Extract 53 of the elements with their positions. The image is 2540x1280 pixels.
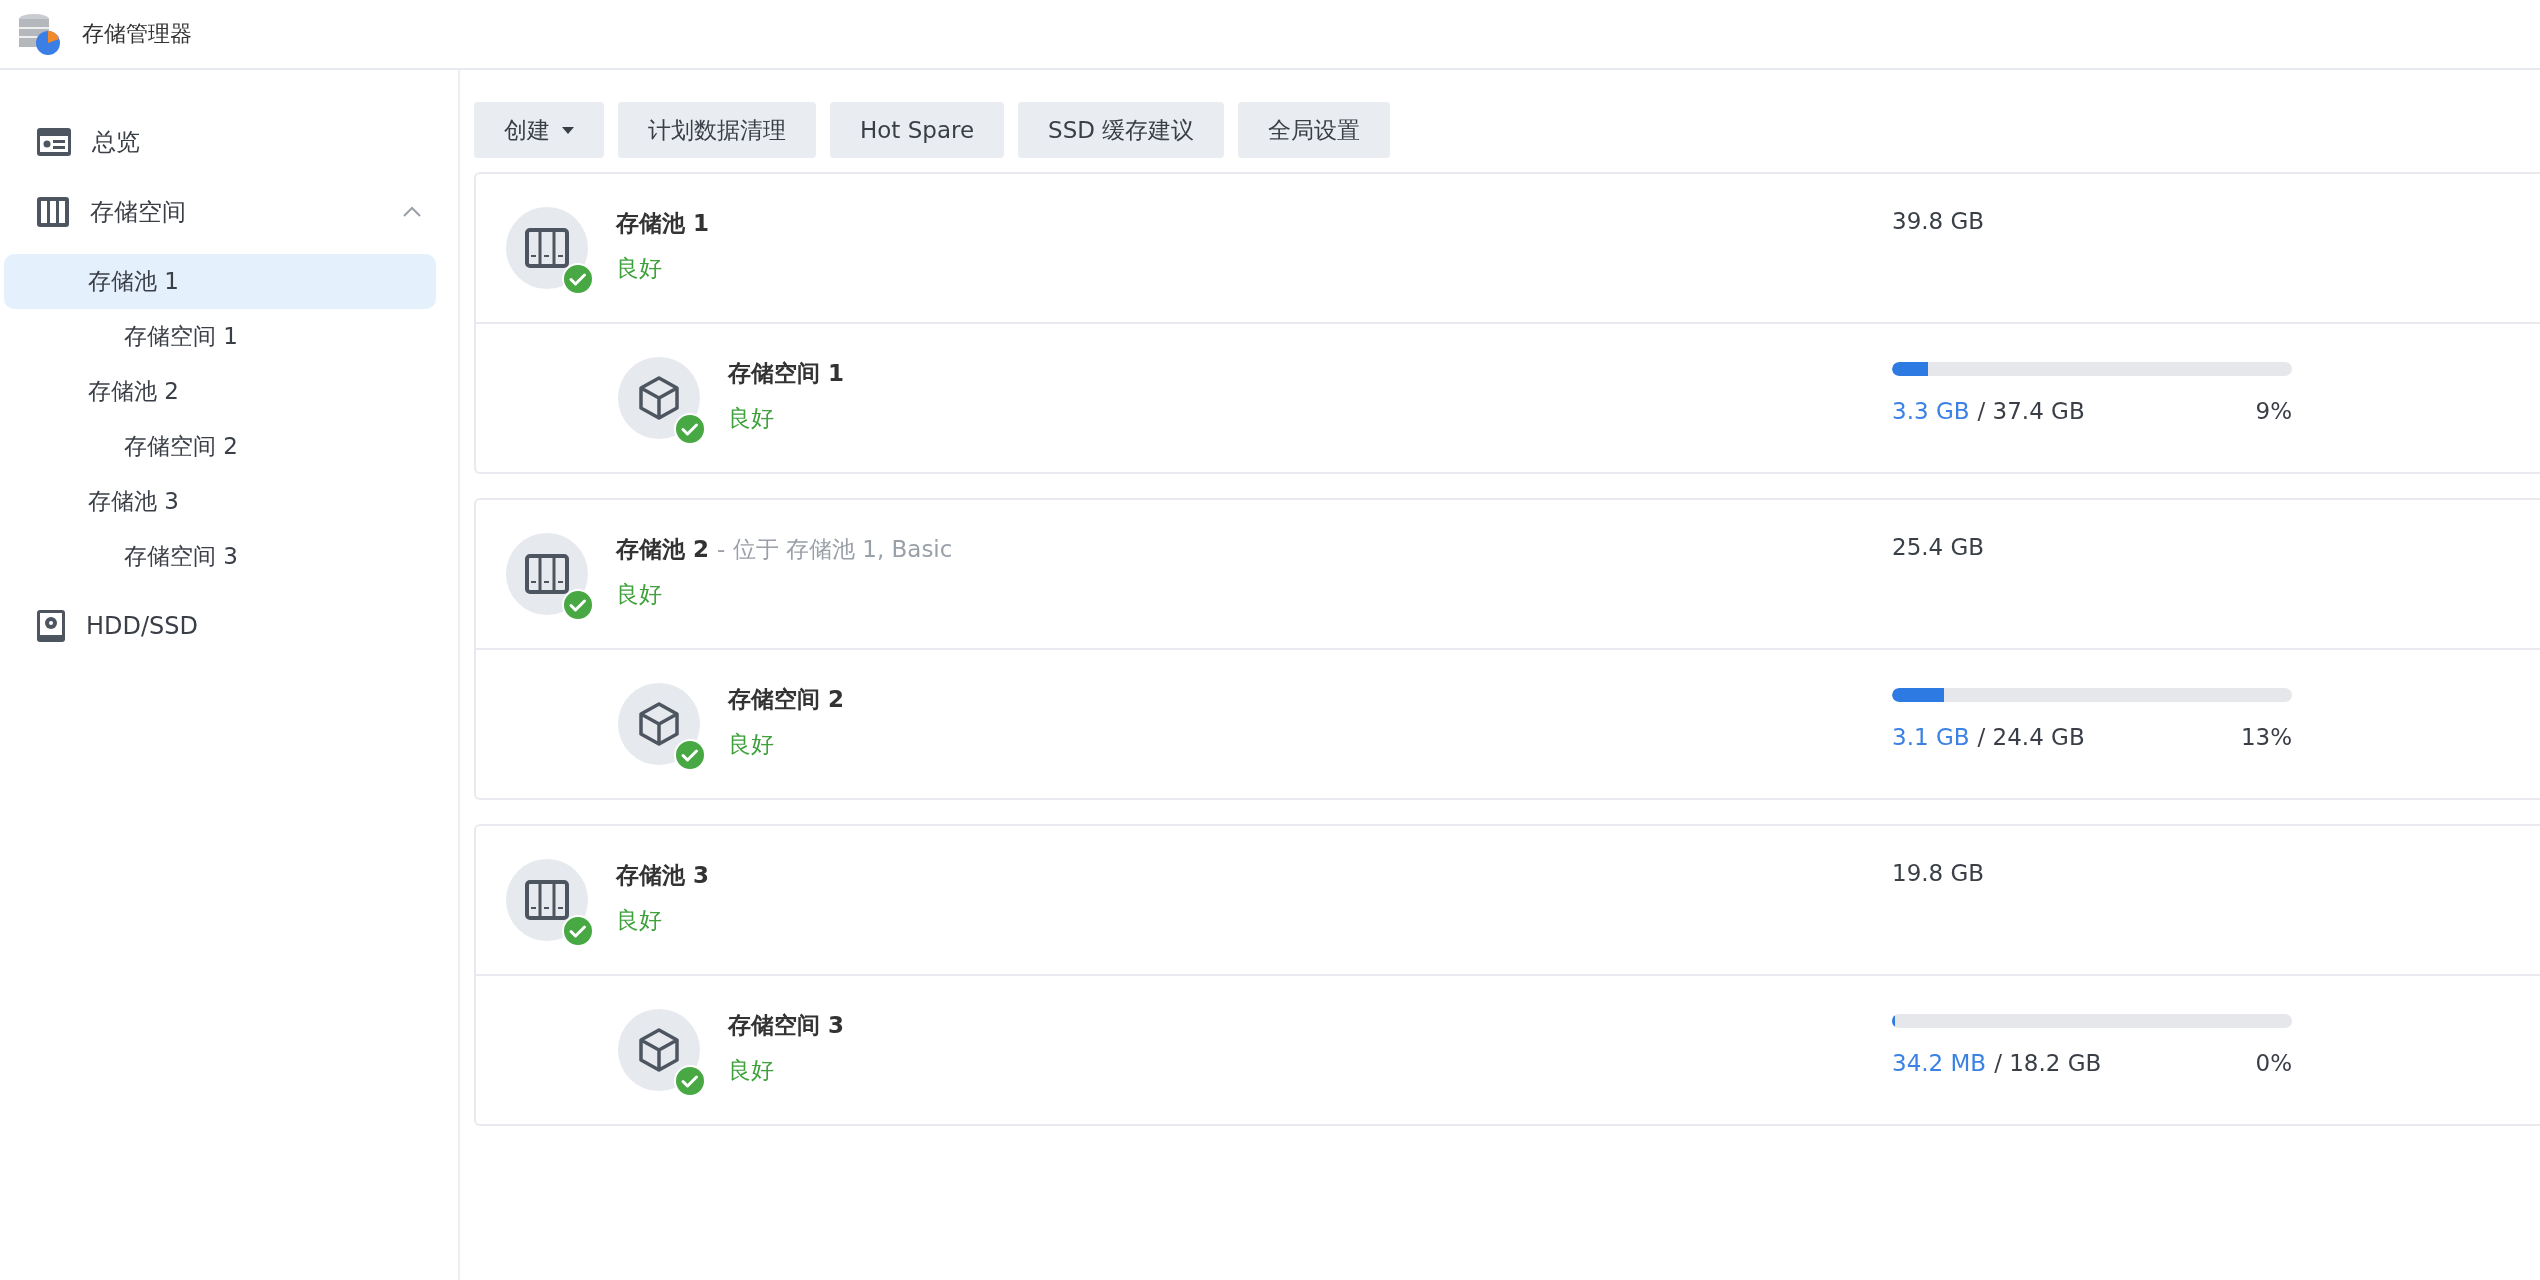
sidebar-item[interactable]: 存储池 2 [4,364,436,419]
status-text: 良好 [728,1056,775,1085]
volume-name: 存储空间 1 [728,359,844,388]
status-text: 良好 [616,580,663,609]
status-text: 良好 [616,906,663,935]
check-badge-icon [562,263,594,295]
pool-name: 存储池 3 [616,861,709,890]
sidebar-item-label: 存储空间 [90,197,187,228]
overview-card-icon [36,127,72,157]
usage-percent: 0% [2255,1050,2292,1076]
toolbar-button[interactable]: Hot Spare [830,102,1005,158]
sidebar-item[interactable]: HDD/SSD [4,598,458,654]
toolbar-button[interactable]: 创建 [474,102,604,158]
pool-size: 39.8 GB [1892,208,1986,234]
sidebar-item[interactable]: 存储空间 3 [4,529,436,584]
status-text: 良好 [728,730,775,759]
sidebar-item-label: HDD/SSD [86,612,200,640]
used-size: 3.3 GB [1892,398,1970,424]
pool-location: - 位于 存储池 1, Basic [717,535,953,564]
sidebar-item[interactable]: 存储空间 1 [4,309,436,364]
check-badge-icon [562,915,594,947]
pool-name: 存储池 1 [616,209,709,238]
total-size: / 37.4 GB [1977,398,2085,424]
total-size: / 18.2 GB [1994,1050,2102,1076]
usage-percent: 13% [2240,724,2292,750]
sidebar-item[interactable]: 存储池 3 [4,474,436,529]
status-text: 良好 [616,254,663,283]
sidebar-item[interactable]: 存储池 1 [4,254,436,309]
toolbar-button[interactable]: SSD 缓存建议 [1018,102,1225,158]
sidebar-item[interactable]: 存储空间 2 [4,419,436,474]
volume-name: 存储空间 3 [728,1011,844,1040]
sidebar-item-label: 总览 [92,127,141,158]
pool-name: 存储池 2 [616,535,709,564]
window-title: 存储管理器 [82,20,192,48]
used-size: 34.2 MB [1892,1050,1987,1076]
status-text: 良好 [728,404,775,433]
sidebar-item[interactable]: 总览 [4,114,458,170]
check-badge-icon [674,1065,706,1097]
pool-size: 19.8 GB [1892,860,1986,886]
toolbar-button[interactable]: 计划数据清理 [618,102,816,158]
storage-manager-logo-icon [16,11,62,57]
usage-percent: 9% [2255,398,2292,424]
check-badge-icon [674,413,706,445]
chevron-up-icon[interactable] [402,206,422,218]
check-badge-icon [674,739,706,771]
sidebar-item[interactable]: 存储空间 [4,184,458,240]
pool-size: 25.4 GB [1892,534,1986,560]
total-size: / 24.4 GB [1977,724,2085,750]
storage-bays-icon [36,196,70,228]
used-size: 3.1 GB [1892,724,1970,750]
check-badge-icon [562,589,594,621]
volume-name: 存储空间 2 [728,685,844,714]
toolbar-button[interactable]: 全局设置 [1238,102,1391,158]
